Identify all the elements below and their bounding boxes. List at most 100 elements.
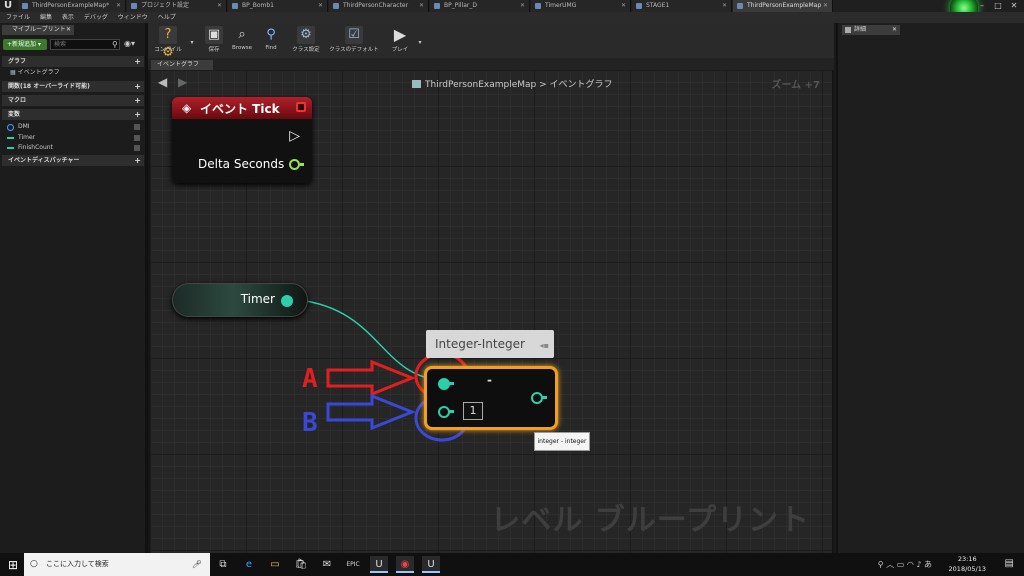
volume-icon[interactable]: ♪	[916, 560, 921, 569]
add-icon[interactable]: +	[134, 56, 141, 67]
menu-debug[interactable]: デバッグ	[84, 12, 108, 23]
tab-timerumg[interactable]: TimerUMG ✕	[531, 0, 631, 12]
tab-bp-bomb1[interactable]: BP_Bomb1 ✕	[228, 0, 328, 12]
exec-output-pin[interactable]: ▷	[289, 128, 300, 144]
people-icon[interactable]: ⚲	[878, 560, 884, 569]
play-button[interactable]: ▶ プレイ	[386, 25, 414, 58]
section-macros[interactable]: マクロ +	[2, 95, 144, 106]
variable-item-timer[interactable]: Timer	[2, 133, 144, 143]
section-label: イベントディスパッチャー	[8, 157, 80, 164]
menu-bar: ファイル 編集 表示 デバッグ ウィンドウ ヘルプ	[0, 12, 1024, 23]
variable-item-dmi[interactable]: DMI	[2, 122, 144, 132]
delta-seconds-pin[interactable]	[289, 159, 300, 170]
menu-window[interactable]: ウィンドウ	[118, 12, 148, 23]
show-hidden-icons[interactable]: ︿	[886, 560, 894, 569]
epic-launcher-icon[interactable]: EPIC	[344, 556, 362, 573]
minimize-icon[interactable]: –	[974, 0, 990, 12]
tab-event-graph[interactable]: イベントグラフ	[151, 60, 213, 70]
close-icon[interactable]: ✕	[520, 0, 525, 12]
windows-start-icon[interactable]: ⊞	[8, 558, 18, 572]
delegate-pin-icon[interactable]	[296, 102, 306, 112]
save-button[interactable]: ▣ 保存	[202, 25, 226, 58]
integer-subtract-node[interactable]: - 1	[424, 366, 558, 430]
search-icon[interactable]: ⚲	[112, 40, 118, 49]
add-icon[interactable]: +	[134, 155, 141, 166]
blueprint-search-input[interactable]: 検索	[50, 39, 120, 50]
visibility-icon[interactable]	[134, 145, 140, 151]
section-variables[interactable]: 変数 +	[2, 109, 144, 120]
event-graph-canvas[interactable]: ◀ ▶ ThirdPersonExampleMap > イベントグラフ ズーム …	[148, 70, 834, 553]
close-icon[interactable]: ✕	[318, 0, 323, 12]
close-icon[interactable]: ✕	[419, 0, 424, 12]
unreal-editor-2-icon[interactable]: U	[422, 556, 440, 573]
tab-label: プロジェクト設定	[141, 2, 190, 9]
menu-file[interactable]: ファイル	[6, 12, 30, 23]
maximize-icon[interactable]: □	[990, 0, 1006, 12]
pin-arrow	[449, 410, 454, 413]
tab-thirdpersonexamplemap-modified[interactable]: ThirdPersonExampleMap* ✕	[18, 0, 126, 12]
tab-thirdpersonexamplemap[interactable]: ThirdPersonExampleMap ✕	[733, 0, 833, 12]
file-explorer-icon[interactable]: ▭	[266, 556, 284, 573]
section-event-dispatchers[interactable]: イベントディスパッチャー +	[2, 155, 144, 166]
chrome-icon[interactable]: ◉	[396, 556, 414, 573]
section-functions[interactable]: 関数(18 オーバーライド可能) +	[2, 81, 144, 92]
timer-output-pin[interactable]	[281, 295, 293, 307]
close-icon[interactable]: ✕	[823, 0, 828, 12]
variable-item-finishcount[interactable]: FinishCount	[2, 143, 144, 153]
class-settings-button[interactable]: ⚙ クラス設定	[288, 25, 324, 58]
menu-edit[interactable]: 編集	[40, 12, 52, 23]
my-blueprint-tab[interactable]: マイブループリント ✕	[2, 25, 74, 35]
add-new-button[interactable]: +新規追加 ▾	[3, 39, 47, 50]
close-icon[interactable]: ✕	[621, 0, 626, 12]
close-icon[interactable]: ✕	[66, 25, 71, 35]
class-defaults-button[interactable]: ☑ クラスのデフォルト	[326, 25, 382, 58]
task-view-icon[interactable]: ⧉	[214, 556, 232, 573]
store-icon[interactable]: 🛍︎	[292, 556, 310, 573]
mail-icon[interactable]: ✉	[318, 556, 336, 573]
system-tray: ⚲ ︿ ▭ ◠ ♪ あ	[878, 559, 932, 570]
compile-options-dropdown[interactable]: ▾	[188, 25, 196, 58]
tab-label: TimerUMG	[545, 2, 577, 9]
find-button[interactable]: ⚲ Find	[258, 25, 284, 58]
close-icon[interactable]: ✕	[116, 0, 121, 12]
play-options-dropdown[interactable]: ▾	[416, 25, 424, 58]
visibility-icon[interactable]	[134, 124, 140, 130]
wifi-icon[interactable]: ◠	[907, 560, 914, 569]
timer-variable-node[interactable]: Timer	[172, 283, 308, 317]
menu-help[interactable]: ヘルプ	[158, 12, 176, 23]
unreal-editor-icon[interactable]: U	[370, 556, 388, 573]
details-tab[interactable]: 詳細 ✕	[842, 25, 900, 35]
window-close-icon[interactable]: ✕	[1006, 0, 1022, 12]
tab-stage1[interactable]: STAGE1 ✕	[632, 0, 732, 12]
section-label: マクロ	[8, 97, 27, 104]
close-icon[interactable]: ✕	[217, 0, 222, 12]
event-tick-node[interactable]: ◈ イベント Tick ▷ Delta Seconds	[172, 97, 312, 183]
tab-thirdpersoncharacter[interactable]: ThirdPersonCharacter ✕	[329, 0, 429, 12]
add-icon[interactable]: +	[134, 81, 141, 92]
tab-project-settings[interactable]: プロジェクト設定 ✕	[127, 0, 227, 12]
close-icon[interactable]: ✕	[892, 25, 897, 35]
add-icon[interactable]: +	[134, 109, 141, 120]
action-center-icon[interactable]: ▤	[1005, 558, 1014, 569]
browse-button[interactable]: ⌕ Browse	[228, 25, 256, 58]
tab-bp-pillar-d[interactable]: BP_Pillar_D ✕	[430, 0, 530, 12]
ime-icon[interactable]: あ	[924, 560, 932, 569]
add-icon[interactable]: +	[134, 95, 141, 106]
compile-label: コンパイル	[154, 47, 182, 53]
variable-name: DMI	[18, 123, 30, 130]
compile-button[interactable]: ?⚙ コンパイル	[150, 25, 186, 60]
section-graphs[interactable]: グラフ +	[2, 56, 144, 67]
find-icon: ⚲	[266, 27, 276, 42]
pin-b-default-value-input[interactable]: 1	[463, 402, 483, 420]
taskbar-search-input[interactable]: ○ ここに入力して検索 🎤︎	[24, 553, 210, 576]
view-options-eye-icon[interactable]: ◉▾	[124, 39, 135, 48]
close-icon[interactable]: ✕	[722, 0, 727, 12]
network-icon[interactable]: ▭	[897, 560, 905, 569]
menu-view[interactable]: 表示	[62, 12, 74, 23]
taskbar-clock[interactable]: 23:16 2018/05/13	[949, 554, 986, 574]
widget-icon	[535, 3, 541, 9]
visibility-icon[interactable]	[134, 135, 140, 141]
microphone-icon[interactable]: 🎤︎	[192, 553, 202, 576]
edge-browser-icon[interactable]: e	[240, 556, 258, 573]
event-graph-item[interactable]: ▦ イベントグラフ	[2, 68, 144, 78]
